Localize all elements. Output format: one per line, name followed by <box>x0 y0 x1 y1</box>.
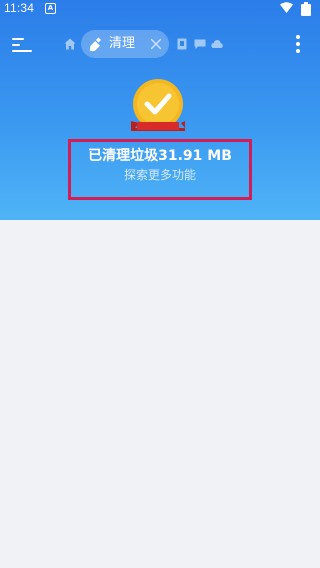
tab-clean-label: 清理 <box>109 36 136 51</box>
notification-icon: A <box>45 3 56 14</box>
explore-more-link[interactable]: 探索更多功能 <box>71 167 249 184</box>
menu-icon-line <box>12 50 32 52</box>
cloud-icon[interactable] <box>211 38 223 50</box>
more-vertical-icon[interactable] <box>292 33 304 55</box>
close-icon[interactable] <box>150 38 162 50</box>
overflow-dot <box>296 49 300 53</box>
status-bar: 11:34 A <box>0 0 320 18</box>
status-time: 11:34 <box>4 1 35 15</box>
overflow-dot <box>296 35 300 39</box>
broom-icon <box>89 37 101 52</box>
tab-clean[interactable]: 清理 <box>81 30 169 58</box>
menu-icon-line <box>12 44 20 46</box>
result-highlight-box: 已清理垃圾31.91 MB 探索更多功能 <box>68 139 252 200</box>
wifi-icon <box>280 2 293 13</box>
file-icon[interactable] <box>176 38 188 50</box>
menu-button[interactable] <box>12 35 34 55</box>
battery-icon <box>301 2 311 16</box>
home-icon[interactable] <box>64 38 76 50</box>
content-area <box>0 220 320 568</box>
overflow-dot <box>296 42 300 46</box>
clean-result-title: 已清理垃圾31.91 MB <box>88 148 232 164</box>
header: 11:34 A 清理 已清理垃圾31.91 MB 探索更多功能 <box>0 0 320 220</box>
menu-icon-line <box>12 38 24 40</box>
checkmark-badge-icon <box>131 79 185 131</box>
chat-icon[interactable] <box>194 38 206 50</box>
